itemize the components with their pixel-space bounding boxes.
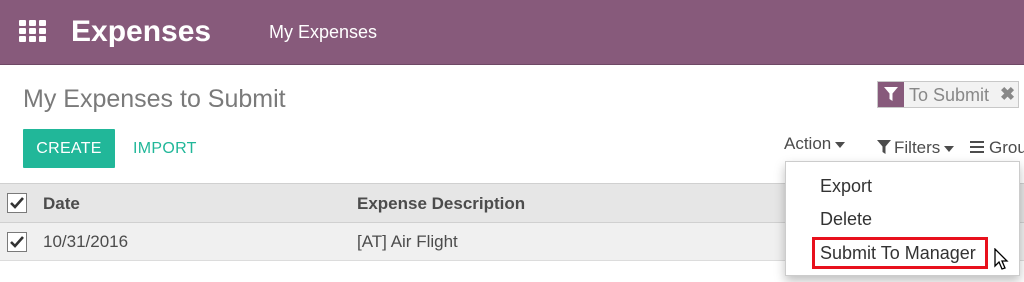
bars-icon	[970, 141, 984, 153]
close-icon[interactable]: ✖	[1000, 84, 1015, 104]
checkmark-icon	[10, 197, 24, 209]
mouse-cursor-icon	[994, 248, 1009, 270]
highlight-annotation	[812, 237, 988, 269]
menu-item-export[interactable]: Export	[820, 175, 872, 197]
import-button[interactable]: IMPORT	[133, 139, 197, 159]
caret-down-icon	[835, 141, 846, 148]
navbar-divider	[0, 64, 1024, 65]
menu-item-delete[interactable]: Delete	[820, 208, 872, 230]
filters-button[interactable]: Filters	[877, 138, 955, 158]
action-label: Action	[784, 134, 832, 153]
checkmark-icon	[10, 236, 24, 248]
filters-label: Filters	[894, 138, 941, 157]
column-header-description[interactable]: Expense Description	[357, 194, 525, 214]
filter-icon	[878, 82, 904, 107]
facet-label: To Submit	[909, 85, 990, 105]
row-checkbox[interactable]	[7, 232, 27, 252]
caret-down-icon	[944, 145, 955, 152]
app-title: Expenses	[71, 15, 212, 48]
select-all-checkbox[interactable]	[7, 193, 27, 213]
menu-my-expenses[interactable]: My Expenses	[269, 21, 377, 43]
column-header-date[interactable]: Date	[43, 194, 80, 214]
action-dropdown-button[interactable]: Action	[784, 134, 846, 154]
filter-icon	[877, 140, 891, 154]
search-facet[interactable]: To Submit ✖	[877, 81, 1019, 108]
group-by-label: Group By	[989, 138, 1024, 157]
top-navbar: Expenses My Expenses	[0, 0, 1024, 65]
app-grid-icon[interactable]	[19, 20, 46, 43]
group-by-button[interactable]: Group By	[970, 138, 1024, 158]
create-button[interactable]: CREATE	[23, 129, 115, 168]
cell-date: 10/31/2016	[43, 232, 129, 251]
cell-description: [AT] Air Flight	[357, 232, 458, 251]
page-title: My Expenses to Submit	[23, 85, 286, 113]
